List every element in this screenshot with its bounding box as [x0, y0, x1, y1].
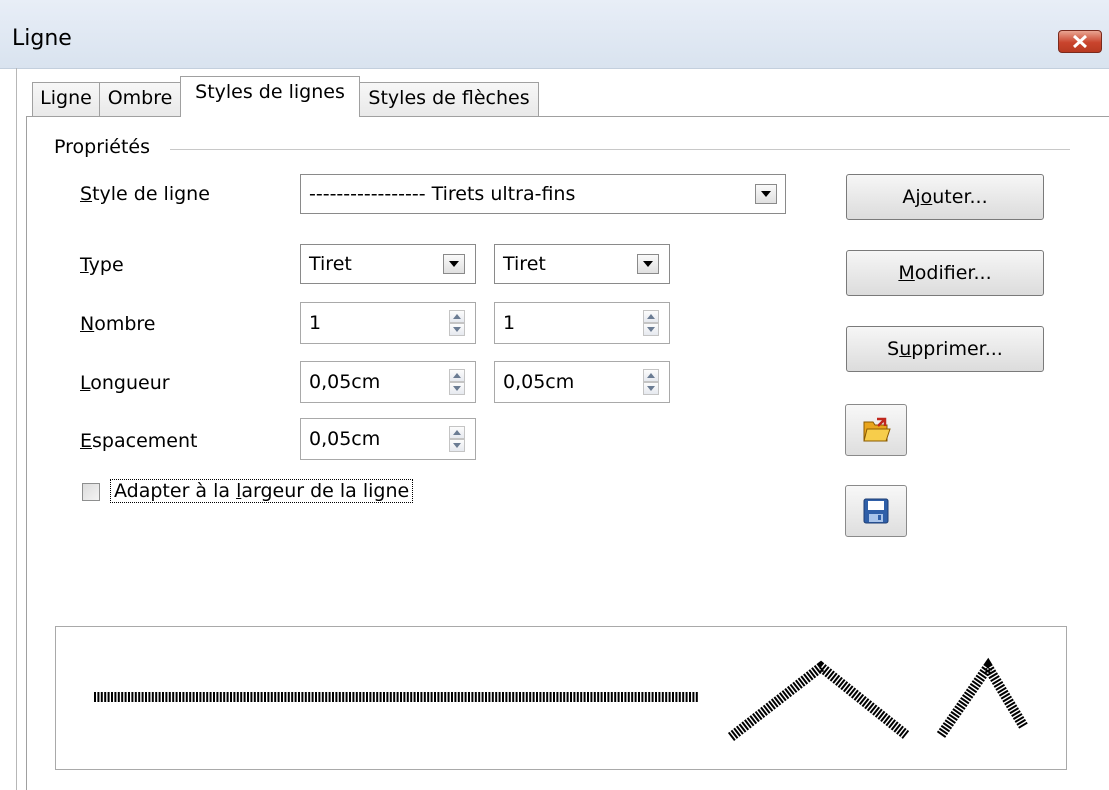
chevron-down-icon — [647, 327, 655, 332]
length-value-1: 0,05cm — [309, 371, 381, 393]
length-value-2: 0,05cm — [503, 371, 575, 393]
tab-line-styles[interactable]: Styles de lignes — [180, 76, 360, 117]
number-value-1: 1 — [309, 312, 322, 334]
line-style-value: ----------------- Tirets ultra-fins — [309, 183, 576, 205]
tab-label: Styles de flèches — [368, 87, 530, 109]
chevron-down-icon — [453, 386, 461, 391]
line-preview-drawing — [94, 657, 1029, 741]
title-bar: Ligne — [0, 0, 1109, 69]
preview-wide-angle — [727, 660, 910, 741]
chevron-down-icon — [761, 191, 771, 197]
delete-button[interactable]: Supprimer... — [846, 326, 1044, 372]
window-title: Ligne — [12, 26, 72, 51]
spin-buttons — [643, 369, 659, 395]
spacing-label: Espacement — [80, 430, 198, 452]
spin-up-button[interactable] — [643, 369, 659, 382]
type-select-2[interactable]: Tiret — [494, 244, 670, 284]
number-label: Nombre — [80, 313, 156, 335]
dropdown-button[interactable] — [637, 254, 659, 274]
spin-buttons — [449, 310, 465, 336]
type-select-1[interactable]: Tiret — [300, 244, 476, 284]
spin-up-button[interactable] — [449, 426, 465, 439]
modify-button[interactable]: Modifier... — [846, 250, 1044, 296]
floppy-save-icon — [863, 498, 889, 524]
tab-arrow-styles[interactable]: Styles de flèches — [359, 82, 539, 116]
spacing-value: 0,05cm — [309, 428, 381, 450]
spin-down-button[interactable] — [449, 439, 465, 452]
chevron-up-icon — [453, 373, 461, 378]
type-value-1: Tiret — [309, 253, 352, 275]
line-style-label: Style de ligne — [80, 183, 210, 205]
length-label: Longueur — [80, 372, 170, 394]
length-spin-2[interactable]: 0,05cm — [494, 361, 670, 403]
tab-line[interactable]: Ligne — [32, 82, 100, 116]
tab-label: Styles de lignes — [195, 81, 345, 103]
spin-buttons — [449, 369, 465, 395]
tab-shadow[interactable]: Ombre — [99, 82, 181, 116]
type-value-2: Tiret — [503, 253, 546, 275]
spin-down-button[interactable] — [643, 323, 659, 336]
type-label: Type — [80, 254, 124, 276]
load-styles-button[interactable] — [845, 404, 907, 456]
spin-down-button[interactable] — [449, 323, 465, 336]
window-edge — [16, 68, 17, 790]
close-icon — [1073, 35, 1087, 48]
properties-legend: Propriétés — [54, 136, 159, 158]
line-preview — [55, 626, 1067, 770]
spacing-spin[interactable]: 0,05cm — [300, 418, 476, 460]
close-button[interactable] — [1058, 30, 1102, 53]
fit-width-checkbox[interactable] — [82, 483, 100, 501]
spin-down-button[interactable] — [449, 382, 465, 395]
spin-up-button[interactable] — [449, 369, 465, 382]
spin-down-button[interactable] — [643, 382, 659, 395]
spin-up-button[interactable] — [449, 310, 465, 323]
dropdown-button[interactable] — [755, 184, 777, 204]
chevron-up-icon — [647, 314, 655, 319]
number-value-2: 1 — [503, 312, 516, 334]
preview-narrow-angle — [936, 657, 1029, 738]
spin-buttons — [643, 310, 659, 336]
chevron-up-icon — [453, 314, 461, 319]
dropdown-button[interactable] — [443, 254, 465, 274]
chevron-down-icon — [449, 261, 459, 267]
chevron-down-icon — [647, 386, 655, 391]
save-styles-button[interactable] — [845, 485, 907, 537]
chevron-up-icon — [647, 373, 655, 378]
group-separator — [170, 149, 1070, 150]
spin-up-button[interactable] — [643, 310, 659, 323]
chevron-down-icon — [453, 327, 461, 332]
chevron-down-icon — [643, 261, 653, 267]
tab-label: Ombre — [107, 87, 173, 109]
line-dialog: Ligne Ligne Ombre Styles de lignes Style… — [0, 0, 1109, 790]
folder-open-icon — [863, 417, 891, 442]
number-spin-2[interactable]: 1 — [494, 302, 670, 344]
tab-label: Ligne — [40, 87, 92, 109]
chevron-up-icon — [453, 430, 461, 435]
add-button[interactable]: Ajouter... — [846, 174, 1044, 220]
number-spin-1[interactable]: 1 — [300, 302, 476, 344]
spin-buttons — [449, 426, 465, 452]
fit-width-label[interactable]: Adapter à la largeur de la ligne — [110, 479, 414, 503]
chevron-down-icon — [453, 443, 461, 448]
length-spin-1[interactable]: 0,05cm — [300, 361, 476, 403]
line-style-select[interactable]: ----------------- Tirets ultra-fins — [300, 174, 786, 214]
